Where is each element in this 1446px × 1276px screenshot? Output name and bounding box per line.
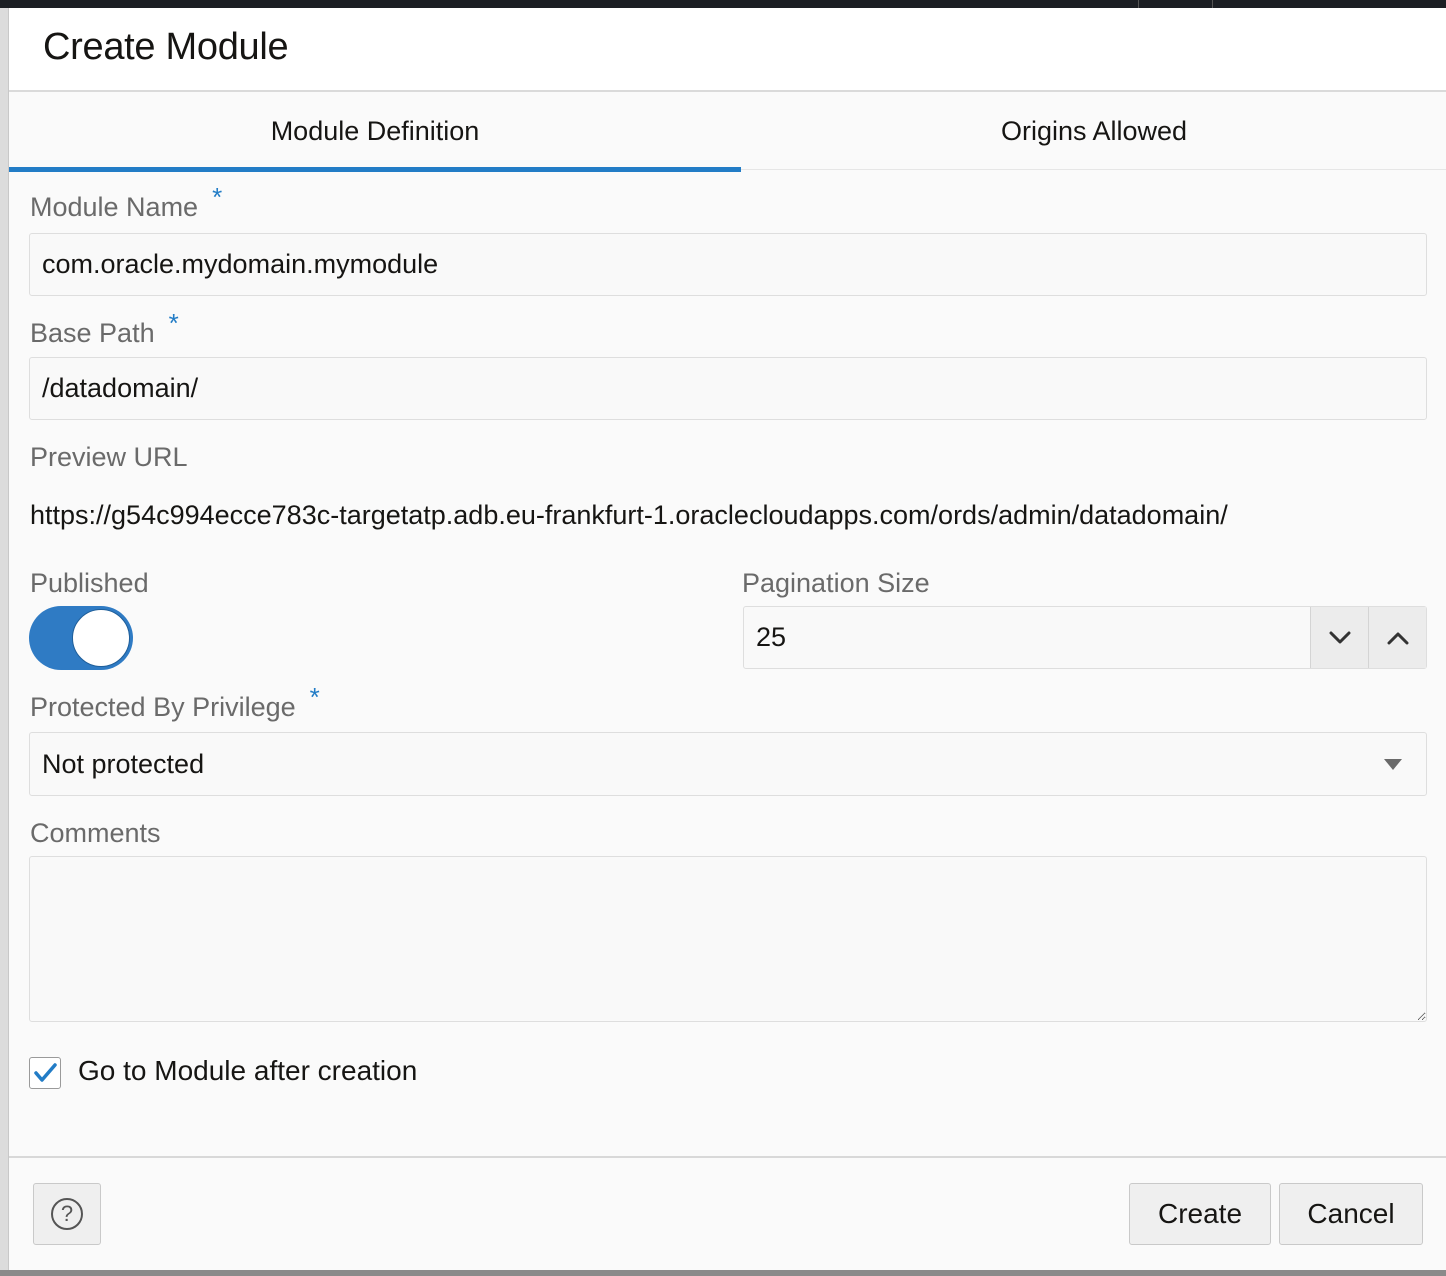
pagination-size-stepper: 25 bbox=[743, 606, 1427, 669]
privilege-select[interactable]: Not protected bbox=[29, 732, 1427, 796]
strip-divider bbox=[1212, 0, 1213, 8]
toggle-knob bbox=[72, 609, 130, 667]
pagination-size-input[interactable]: 25 bbox=[756, 607, 786, 668]
chevron-down-icon bbox=[1329, 631, 1350, 643]
comments-textarea[interactable] bbox=[29, 856, 1427, 1022]
base-path-label: Base Path * bbox=[30, 308, 179, 349]
backdrop-bottom bbox=[0, 1270, 1446, 1276]
pagination-size-label: Pagination Size bbox=[742, 568, 930, 598]
decrement-button[interactable] bbox=[1310, 607, 1368, 668]
tab-origins-allowed[interactable]: Origins Allowed bbox=[741, 92, 1446, 170]
tab-bar: Module Definition Origins Allowed bbox=[9, 92, 1446, 172]
base-path-label-text: Base Path bbox=[30, 318, 155, 348]
base-path-input[interactable] bbox=[29, 357, 1427, 420]
module-name-label-text: Module Name bbox=[30, 192, 199, 222]
dialog-header: Create Module bbox=[9, 8, 1446, 92]
cancel-button[interactable]: Cancel bbox=[1279, 1183, 1423, 1245]
background-window-strip bbox=[0, 0, 1446, 8]
protected-label-text: Protected By Privilege bbox=[30, 692, 296, 722]
required-marker: * bbox=[168, 308, 179, 338]
module-name-label: Module Name * bbox=[30, 182, 222, 223]
published-label: Published bbox=[30, 568, 149, 598]
question-circle-icon: ? bbox=[51, 1198, 83, 1230]
module-name-input[interactable] bbox=[29, 233, 1427, 296]
background-window-edge bbox=[0, 8, 8, 1276]
dialog-title: Create Module bbox=[43, 26, 289, 68]
strip-divider bbox=[1138, 0, 1139, 8]
go-to-module-label: Go to Module after creation bbox=[78, 1055, 418, 1086]
help-button[interactable]: ? bbox=[33, 1183, 101, 1245]
create-module-dialog: Create Module Module Definition Origins … bbox=[8, 8, 1446, 1270]
required-marker: * bbox=[309, 682, 320, 712]
footer-divider bbox=[9, 1156, 1446, 1158]
protected-by-privilege-label: Protected By Privilege * bbox=[30, 682, 320, 723]
tab-module-definition[interactable]: Module Definition bbox=[9, 92, 741, 172]
go-to-module-checkbox[interactable] bbox=[29, 1057, 61, 1089]
preview-url-label: Preview URL bbox=[30, 442, 188, 472]
required-marker: * bbox=[212, 182, 223, 212]
preview-url-value: https://g54c994ecce783c-targetatp.adb.eu… bbox=[30, 500, 1228, 530]
create-button[interactable]: Create bbox=[1129, 1183, 1271, 1245]
dropdown-arrow-icon bbox=[1384, 759, 1402, 770]
checkmark-icon bbox=[34, 1063, 57, 1082]
chevron-up-icon bbox=[1387, 632, 1408, 644]
increment-button[interactable] bbox=[1368, 607, 1426, 668]
published-toggle[interactable] bbox=[29, 606, 133, 670]
comments-label: Comments bbox=[30, 818, 161, 848]
privilege-select-value: Not protected bbox=[42, 748, 205, 779]
